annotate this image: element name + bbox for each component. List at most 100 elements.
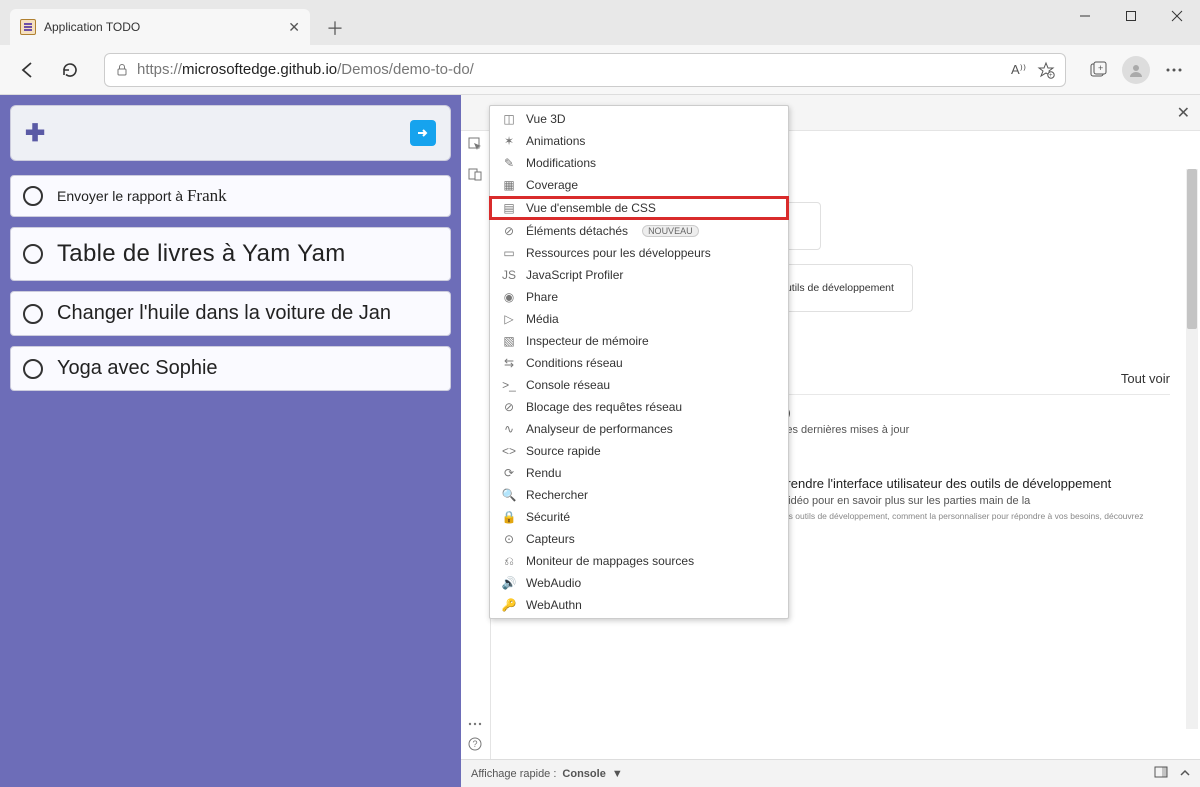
menu-item-icon: JS <box>502 268 516 282</box>
menu-item[interactable]: ✶Animations <box>490 130 788 152</box>
profile-button[interactable] <box>1120 54 1152 86</box>
menu-item-icon: ✎ <box>502 156 516 170</box>
submit-button[interactable] <box>410 120 436 146</box>
menu-item[interactable]: ▤Vue d'ensemble de CSS <box>489 196 789 220</box>
maximize-button[interactable] <box>1108 0 1154 32</box>
help-icon[interactable]: ? <box>468 737 484 753</box>
window-controls <box>1062 0 1200 32</box>
menu-item-label: Console réseau <box>526 378 610 392</box>
menu-item[interactable]: ⊙Capteurs <box>490 528 788 550</box>
todo-item[interactable]: Changer l'huile dans la voiture de Jan <box>10 291 451 336</box>
collections-icon[interactable]: + <box>1082 54 1114 86</box>
inspect-icon[interactable] <box>468 137 484 153</box>
menu-item[interactable]: ▧Inspecteur de mémoire <box>490 330 788 352</box>
menu-item-icon: 🔑 <box>502 598 516 612</box>
menu-item[interactable]: ◉Phare <box>490 286 788 308</box>
menu-item-label: Éléments détachés <box>526 224 628 238</box>
todo-item[interactable]: Table de livres à Yam Yam <box>10 227 451 281</box>
scroll-thumb[interactable] <box>1187 169 1197 329</box>
menu-item[interactable]: 🔊WebAudio <box>490 572 788 594</box>
read-aloud-icon[interactable]: A⁾⁾ <box>1011 61 1029 79</box>
menu-item-label: Coverage <box>526 178 578 192</box>
menu-item-label: Sécurité <box>526 510 570 524</box>
address-bar[interactable]: https://microsoftedge.github.io/Demos/de… <box>104 53 1066 87</box>
menu-item[interactable]: ∿ Analyseur de performances <box>490 418 788 440</box>
menu-item-label: Source rapide <box>526 444 601 458</box>
menu-item-label: Vue d'ensemble de CSS <box>526 201 656 215</box>
chevron-up-icon[interactable] <box>1180 768 1190 780</box>
todo-checkbox[interactable] <box>23 186 43 206</box>
more-button[interactable] <box>1158 54 1190 86</box>
svg-text:?: ? <box>473 739 478 749</box>
tab-favicon <box>20 19 36 35</box>
browser-tab[interactable]: Application TODO ✕ <box>10 9 310 45</box>
drawer-tab[interactable]: Console <box>562 768 605 780</box>
menu-item[interactable]: ◫Vue 3D <box>490 108 788 130</box>
menu-item[interactable]: ⊘Blocage des requêtes réseau <box>490 396 788 418</box>
menu-item-icon: ⇆ <box>502 356 516 370</box>
menu-item[interactable]: ▭Ressources pour les développeurs <box>490 242 788 264</box>
scrollbar[interactable] <box>1186 169 1198 729</box>
todo-text: Changer l'huile dans la voiture de Jan <box>57 302 391 325</box>
menu-item-label: Blocage des requêtes réseau <box>526 400 682 414</box>
drawer-dropdown-icon[interactable]: ▼ <box>612 768 623 780</box>
new-tab-button[interactable]: ＋ <box>318 11 352 45</box>
minimize-button[interactable] <box>1062 0 1108 32</box>
menu-item-label: Analyseur de performances <box>526 422 673 436</box>
tab-title: Application TODO <box>44 20 288 34</box>
todo-app: ✚ Envoyer le rapport à Frank Table de li… <box>0 95 461 787</box>
menu-item[interactable]: ⎌Moniteur de mappages sources <box>490 550 788 572</box>
menu-item[interactable]: ⊘Éléments détachésNOUVEAU <box>490 220 788 242</box>
more-tools-menu: ◫Vue 3D✶Animations ✎ Modifications ▦Coverag… <box>489 105 789 619</box>
menu-item-label: Inspecteur de mémoire <box>526 334 649 348</box>
more-tools-icon[interactable] <box>468 713 484 729</box>
dock-icon[interactable] <box>1154 766 1168 781</box>
menu-item-icon: ∿ <box>502 422 516 436</box>
todo-checkbox[interactable] <box>23 359 43 379</box>
menu-item-label: Modifications <box>526 156 596 170</box>
lock-icon <box>115 63 129 77</box>
add-task-bar[interactable]: ✚ <box>10 105 451 161</box>
menu-item[interactable]: >_ Console réseau <box>490 374 788 396</box>
menu-item-icon: >_ <box>502 378 516 392</box>
device-icon[interactable] <box>468 167 484 183</box>
menu-item[interactable]: ✎ Modifications <box>490 152 788 174</box>
plus-icon[interactable]: ✚ <box>25 119 45 148</box>
todo-checkbox[interactable] <box>23 244 43 264</box>
tab-close-icon[interactable]: ✕ <box>288 19 300 36</box>
menu-item[interactable]: ▷Média <box>490 308 788 330</box>
back-button[interactable] <box>10 52 46 88</box>
svg-text:+: + <box>1049 73 1053 79</box>
reload-button[interactable] <box>52 52 88 88</box>
menu-item-icon: <> <box>502 444 516 458</box>
todo-item[interactable]: Yoga avec Sophie <box>10 346 451 391</box>
menu-item-label: Rechercher <box>526 488 588 502</box>
menu-item-icon: ✶ <box>502 134 516 148</box>
menu-item[interactable]: 🔍 Rechercher <box>490 484 788 506</box>
menu-item[interactable]: JSJavaScript Profiler <box>490 264 788 286</box>
favorite-icon[interactable]: + <box>1037 61 1055 79</box>
devtools-close-icon[interactable]: ✕ <box>1177 103 1190 123</box>
todo-text: Yoga avec Sophie <box>57 357 218 380</box>
devtools-drawer: Affichage rapide : Console ▼ <box>461 759 1200 787</box>
menu-item-icon: ▷ <box>502 312 516 326</box>
url-text: https://microsoftedge.github.io/Demos/de… <box>137 61 1003 78</box>
close-window-button[interactable] <box>1154 0 1200 32</box>
menu-item-label: Capteurs <box>526 532 575 546</box>
todo-text: Envoyer le rapport à Frank <box>57 186 227 206</box>
menu-item-label: Conditions réseau <box>526 356 623 370</box>
menu-item[interactable]: ⟳Rendu <box>490 462 788 484</box>
menu-item-icon: ⟳ <box>502 466 516 480</box>
menu-item-icon: 🔍 <box>502 488 516 502</box>
svg-text:+: + <box>1098 63 1103 73</box>
todo-checkbox[interactable] <box>23 304 43 324</box>
menu-item[interactable]: ▦Coverage <box>490 174 788 196</box>
menu-item-icon: 🔊 <box>502 576 516 590</box>
menu-item-label: Vue 3D <box>526 112 566 126</box>
menu-item[interactable]: <> Source rapide <box>490 440 788 462</box>
menu-item[interactable]: ⇆ Conditions réseau <box>490 352 788 374</box>
menu-item-icon: ▭ <box>502 246 516 260</box>
menu-item[interactable]: 🔑WebAuthn <box>490 594 788 616</box>
menu-item[interactable]: 🔒Sécurité <box>490 506 788 528</box>
todo-item[interactable]: Envoyer le rapport à Frank <box>10 175 451 217</box>
